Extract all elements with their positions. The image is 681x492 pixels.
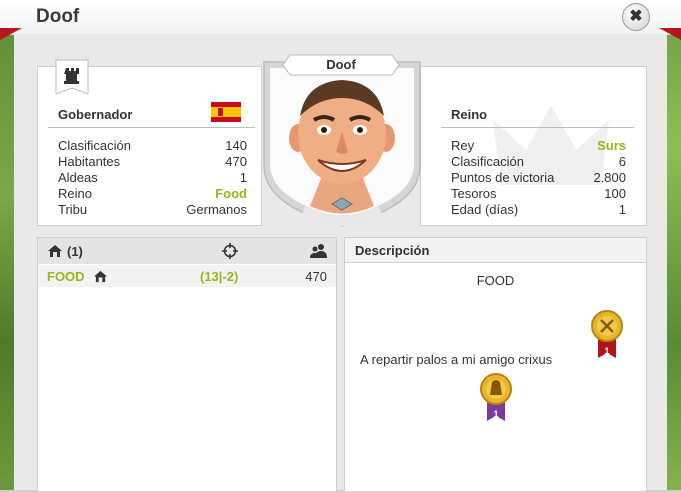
king-link[interactable]: Surs xyxy=(597,138,626,153)
window-title: Doof xyxy=(36,6,80,27)
player-name: Doof xyxy=(326,57,356,72)
window-titlebar: Doof ✖ xyxy=(0,0,681,35)
villages-panel: (1) FOOD (13|-2) 470 xyxy=(37,237,337,492)
kingdom-label-rank: Clasificación xyxy=(451,154,524,169)
village-name-link[interactable]: FOOD xyxy=(47,269,85,284)
medal-attacker-icon[interactable]: 1 xyxy=(590,310,624,360)
kingdom-panel: Reino Rey Surs Clasificación 6 Puntos de… xyxy=(420,66,647,226)
divider xyxy=(441,127,634,128)
stat-label-kingdom: Reino xyxy=(58,186,92,201)
table-row[interactable]: FOOD (13|-2) 470 xyxy=(38,265,336,287)
medal-rank-label: 1 xyxy=(604,346,609,356)
village-population: 470 xyxy=(305,269,327,284)
kingdom-link[interactable]: Food xyxy=(215,186,247,201)
spain-flag-icon xyxy=(211,102,241,122)
close-icon[interactable]: ✖ xyxy=(622,3,650,31)
divider xyxy=(48,127,255,128)
kingdom-value-victory-points: 2.800 xyxy=(593,170,626,185)
description-header: Descripción xyxy=(345,238,646,263)
stat-label-villages: Aldeas xyxy=(58,170,98,185)
description-title: Descripción xyxy=(355,243,430,258)
population-icon[interactable] xyxy=(310,243,328,259)
description-line-2: A repartir palos a mi amigo crixus xyxy=(360,352,553,367)
background-left xyxy=(0,0,14,490)
governor-tower-icon xyxy=(55,59,89,95)
medal-robber-icon[interactable]: 1 xyxy=(479,373,513,423)
stat-label-tribe: Tribu xyxy=(58,202,88,217)
stat-value-villages: 1 xyxy=(239,170,247,185)
stat-value-tribe: Germanos xyxy=(186,202,247,217)
kingdom-heading: Reino xyxy=(451,107,488,122)
description-panel: Descripción FOOD A repartir palos a mi a… xyxy=(344,237,647,492)
villages-count: (1) xyxy=(67,244,83,259)
name-banner-text-wrap: Doof xyxy=(282,54,400,76)
kingdom-label-age: Edad (días) xyxy=(451,202,519,217)
kingdom-value-treasures: 100 xyxy=(604,186,626,201)
kingdom-label-victory-points: Puntos de victoria xyxy=(451,170,555,185)
kingdom-value-age: 1 xyxy=(618,202,626,217)
village-icon xyxy=(48,245,62,257)
village-coordinates-link[interactable]: (13|-2) xyxy=(200,269,238,284)
kingdom-label-king: Rey xyxy=(451,138,475,153)
stat-value-rank: 140 xyxy=(225,138,247,153)
coordinates-icon[interactable] xyxy=(222,243,238,259)
capital-village-icon xyxy=(94,270,107,283)
kingdom-label-treasures: Tesoros xyxy=(451,186,497,201)
stat-label-rank: Clasificación xyxy=(58,138,131,153)
description-line-1: FOOD xyxy=(476,273,515,288)
stat-value-population: 470 xyxy=(225,154,247,169)
governor-heading: Gobernador xyxy=(58,107,133,122)
stat-label-population: Habitantes xyxy=(58,154,121,169)
villages-header: (1) xyxy=(38,238,336,264)
kingdom-value-rank: 6 xyxy=(618,154,626,169)
background-right xyxy=(667,0,681,490)
medal-rank-label: 1 xyxy=(493,409,498,419)
avatar xyxy=(263,61,421,227)
